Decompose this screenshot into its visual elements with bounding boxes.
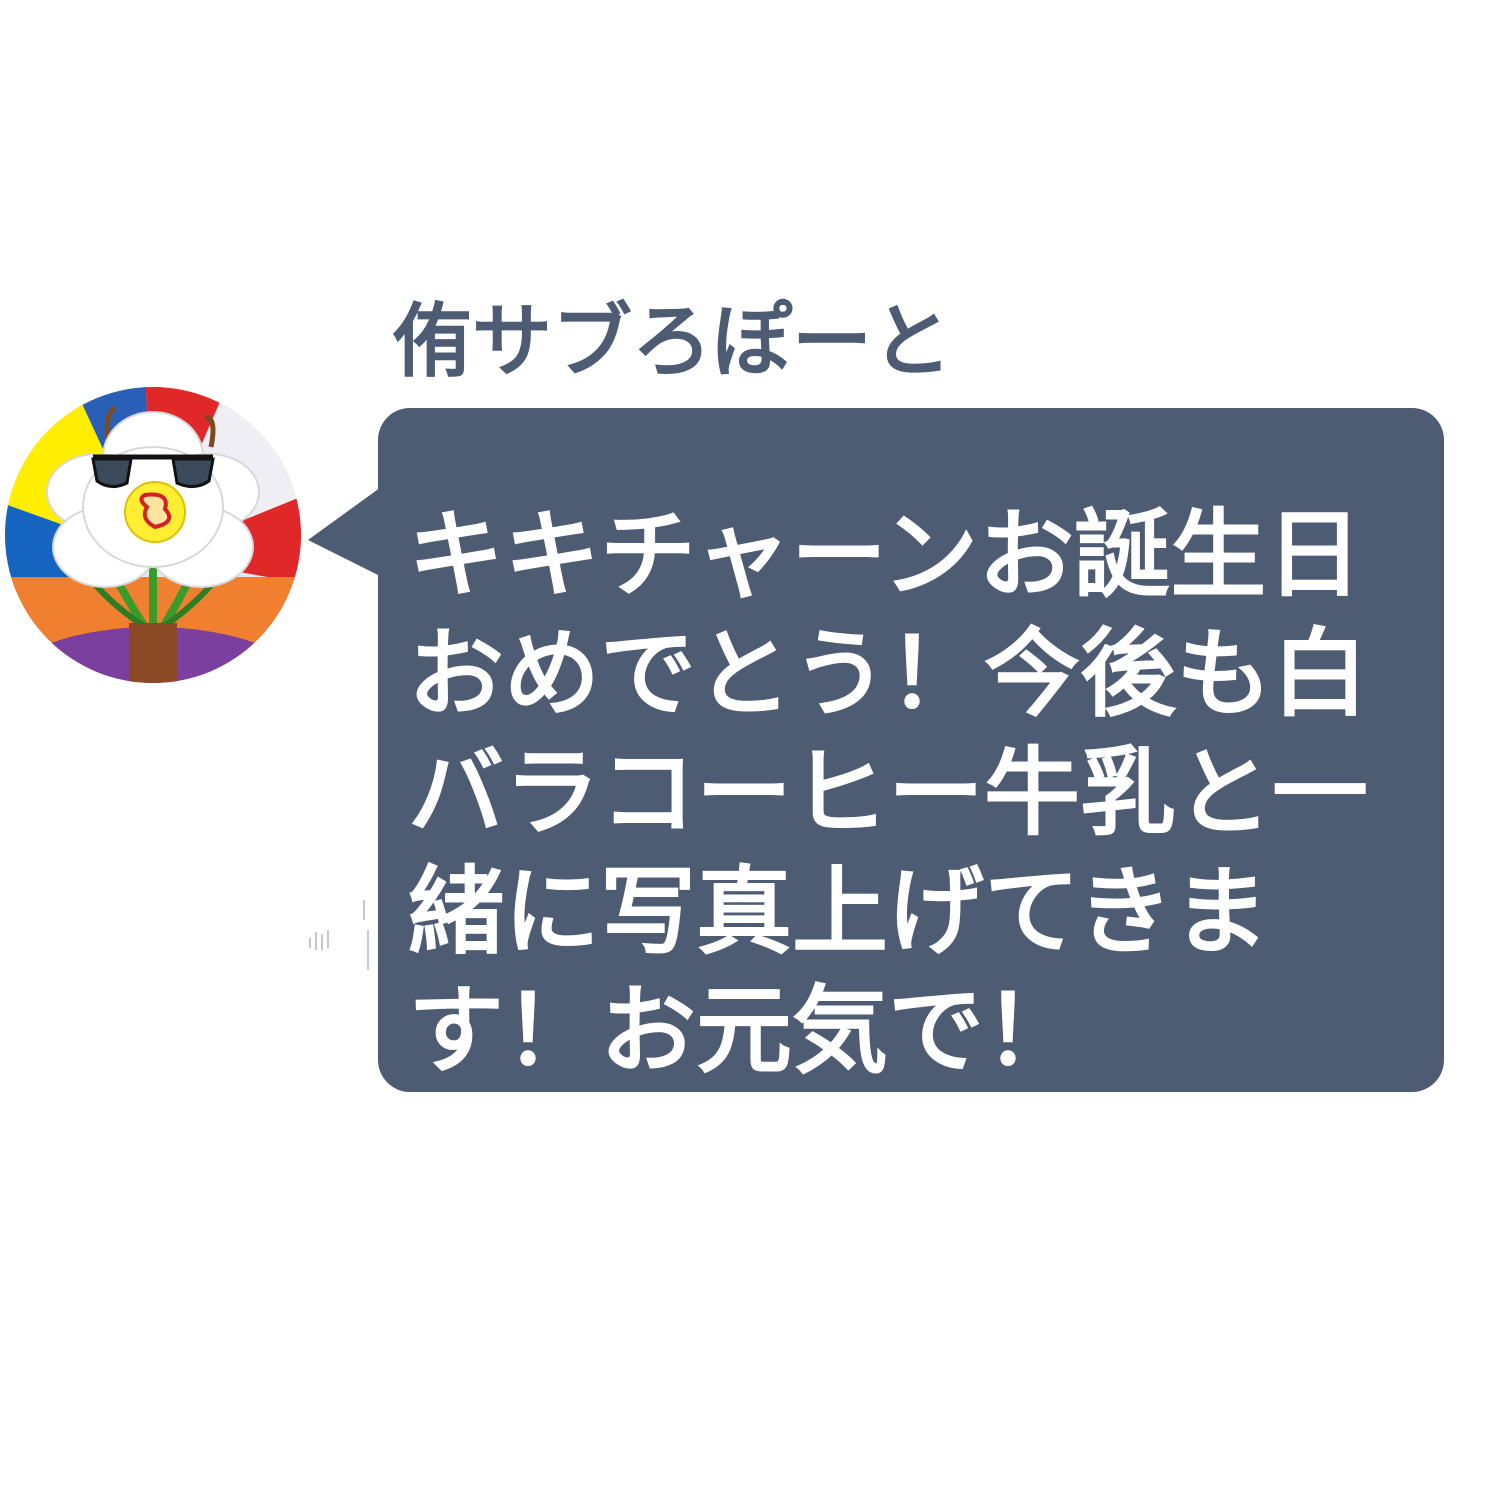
message-bubble[interactable]: キキチャーンお誕生日おめでとう！今後も白バラコーヒー牛乳と一緒に写真上げてきます… [378,408,1444,1092]
sender-name: 侑サブろぽーと [392,295,952,388]
chat-message-screen: 侑サブろぽーと キキチャーンお誕生日おめでとう！今後も白バラコーヒー牛乳と一緒に… [0,0,1500,1500]
faint-artifact [309,900,369,970]
white-flower-with-sunglasses-icon[interactable] [5,387,301,683]
message-text: キキチャーンお誕生日おめでとう！今後も白バラコーヒー牛乳と一緒に写真上げてきます… [408,499,1368,1087]
